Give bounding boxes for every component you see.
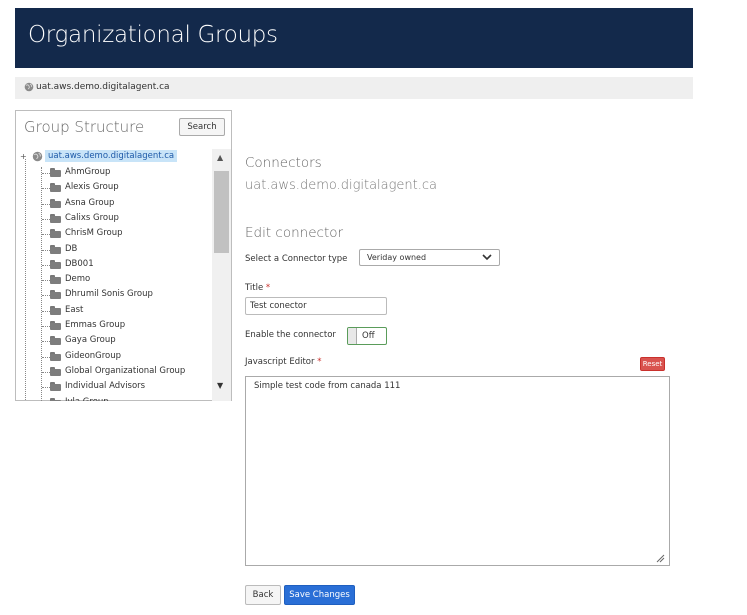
javascript-editor[interactable]: Simple test code from canada 111 bbox=[245, 376, 670, 566]
tree-node-label[interactable]: Emmas Group bbox=[65, 320, 125, 330]
connector-site: uat.aws.demo.digitalagent.ca bbox=[245, 178, 438, 193]
tree-node[interactable]: GideonGroup bbox=[16, 350, 212, 364]
tree-node-label[interactable]: Calixs Group bbox=[65, 213, 119, 223]
tree-node-label[interactable]: Individual Advisors bbox=[65, 381, 145, 391]
title-input[interactable] bbox=[245, 297, 387, 315]
tree-node[interactable]: Global Organizational Group bbox=[16, 365, 212, 379]
connector-panel: Connectors uat.aws.demo.digitalagent.ca … bbox=[245, 0, 675, 615]
tree-node[interactable]: Emmas Group bbox=[16, 319, 212, 333]
globe-icon bbox=[24, 82, 34, 95]
tree-node-label[interactable]: GideonGroup bbox=[65, 351, 121, 361]
globe-icon bbox=[32, 151, 43, 165]
group-structure-title: Group Structure bbox=[24, 118, 145, 136]
tree-node-label[interactable]: DB001 bbox=[65, 259, 94, 269]
title-label: Title * bbox=[245, 283, 271, 293]
tree-node-label[interactable]: Asna Group bbox=[65, 198, 114, 208]
connectors-heading: Connectors bbox=[245, 155, 322, 171]
tree-scrollbar[interactable]: ▲ ▼ bbox=[212, 149, 231, 401]
tree-node[interactable]: Demo bbox=[16, 273, 212, 287]
tree-node[interactable]: Individual Advisors bbox=[16, 380, 212, 394]
folder-icon bbox=[50, 397, 61, 401]
folder-icon bbox=[50, 168, 61, 177]
folder-icon bbox=[50, 259, 61, 269]
tree-node[interactable]: DB bbox=[16, 243, 212, 257]
enable-connector-toggle[interactable]: Off bbox=[347, 327, 387, 345]
tree-node[interactable]: East bbox=[16, 304, 212, 318]
tree-node-label[interactable]: East bbox=[65, 305, 83, 315]
tree-node[interactable]: Calixs Group bbox=[16, 212, 212, 226]
chevron-down-icon bbox=[482, 252, 492, 262]
search-button[interactable]: Search bbox=[179, 118, 225, 136]
tree-node-label[interactable]: DB bbox=[65, 244, 77, 254]
tree-node[interactable]: Alexis Group bbox=[16, 181, 212, 195]
tree-node-label[interactable]: AhmGroup bbox=[65, 167, 110, 177]
toggle-state: Off bbox=[362, 331, 375, 341]
folder-icon bbox=[50, 183, 61, 193]
tree-root-label[interactable]: uat.aws.demo.digitalagent.ca bbox=[45, 150, 178, 162]
connector-type-value: Veriday owned bbox=[367, 253, 427, 262]
edit-connector-heading: Edit connector bbox=[245, 225, 344, 241]
scroll-up-icon[interactable]: ▲ bbox=[217, 153, 223, 162]
folder-icon bbox=[50, 382, 61, 392]
expand-icon[interactable]: + bbox=[20, 152, 27, 161]
folder-icon bbox=[50, 305, 61, 315]
folder-icon bbox=[50, 290, 61, 300]
reset-button[interactable]: Reset bbox=[640, 357, 665, 371]
tree-node[interactable]: Gaya Group bbox=[16, 334, 212, 348]
connector-type-label: Select a Connector type bbox=[245, 254, 348, 264]
tree-node-label[interactable]: Global Organizational Group bbox=[65, 366, 185, 376]
tree-node-label[interactable]: Demo bbox=[65, 274, 90, 284]
folder-icon bbox=[50, 366, 61, 376]
folder-icon bbox=[50, 336, 61, 346]
resize-grip-icon[interactable] bbox=[655, 553, 665, 563]
tree-node[interactable]: Iyla Group bbox=[16, 396, 212, 402]
folder-icon bbox=[50, 229, 61, 239]
folder-icon bbox=[50, 275, 61, 285]
enable-connector-label: Enable the connector bbox=[245, 330, 336, 340]
tree-node-label[interactable]: ChrisM Group bbox=[65, 228, 123, 238]
breadcrumb-site[interactable]: uat.aws.demo.digitalagent.ca bbox=[36, 82, 170, 92]
tree-node[interactable]: Asna Group bbox=[16, 197, 212, 211]
tree-node[interactable]: Dhrumil Sonis Group bbox=[16, 288, 212, 302]
folder-icon bbox=[50, 198, 61, 208]
folder-icon bbox=[50, 244, 61, 254]
toggle-knob[interactable] bbox=[348, 328, 357, 344]
tree-node-label[interactable]: Gaya Group bbox=[65, 335, 116, 345]
tree-node[interactable]: AhmGroup bbox=[16, 166, 212, 180]
group-structure-panel: Group Structure Search + uat.aws.demo.di… bbox=[15, 110, 232, 401]
folder-icon bbox=[50, 213, 61, 223]
folder-icon bbox=[50, 351, 61, 361]
tree-node[interactable]: DB001 bbox=[16, 258, 212, 272]
tree-node-label[interactable]: Dhrumil Sonis Group bbox=[65, 289, 153, 299]
save-changes-button[interactable]: Save Changes bbox=[284, 585, 355, 605]
tree-node-label[interactable]: Iyla Group bbox=[65, 397, 109, 402]
back-button[interactable]: Back bbox=[245, 585, 281, 605]
page-title: Organizational Groups bbox=[28, 22, 278, 48]
tree-node[interactable]: ChrisM Group bbox=[16, 227, 212, 241]
tree-node-label[interactable]: Alexis Group bbox=[65, 182, 119, 192]
scroll-down-icon[interactable]: ▼ bbox=[217, 381, 223, 390]
group-tree[interactable]: + uat.aws.demo.digitalagent.ca AhmGroup A… bbox=[16, 149, 212, 401]
connector-type-select[interactable]: Veriday owned bbox=[359, 249, 500, 266]
folder-icon bbox=[50, 321, 61, 330]
scrollbar-thumb[interactable] bbox=[214, 171, 229, 253]
javascript-editor-label: Javascript Editor * bbox=[245, 357, 322, 367]
